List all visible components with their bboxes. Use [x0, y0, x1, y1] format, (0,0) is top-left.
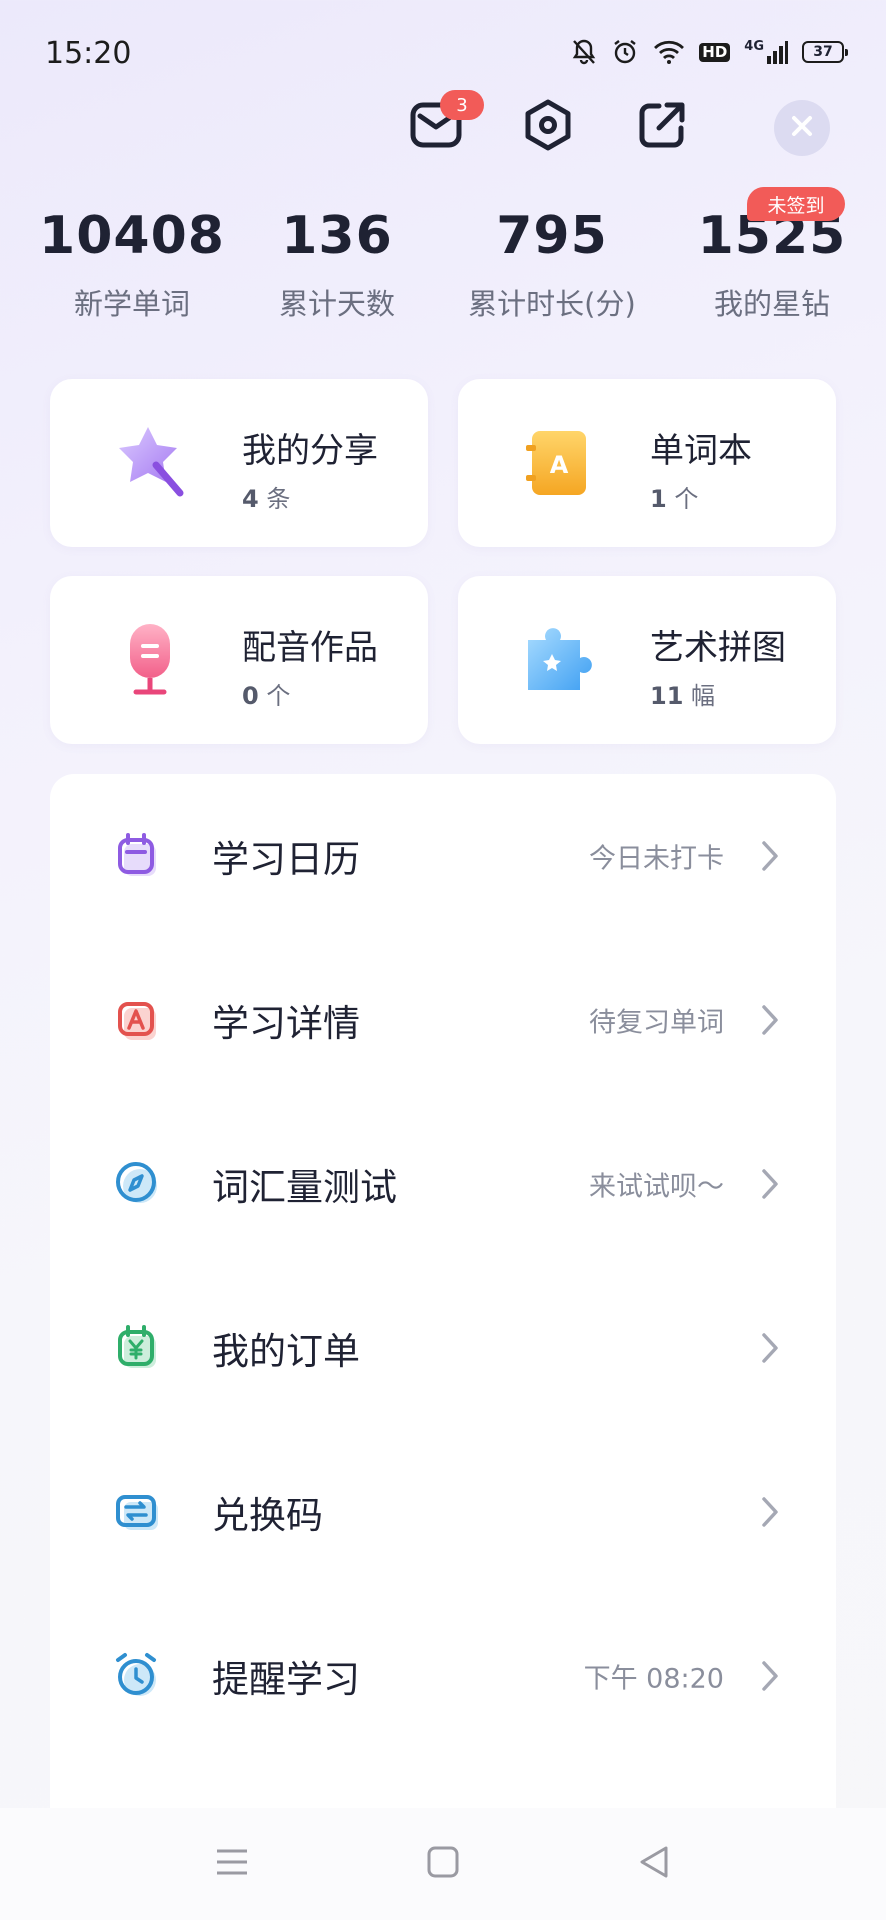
card-count: 4 条 [242, 479, 290, 514]
menu-item-study-details[interactable]: 学习详情 待复习单词 [50, 938, 836, 1102]
home-nav-icon [427, 1846, 459, 1882]
menu-hint: 待复习单词 [589, 1007, 724, 1039]
stat-total-days[interactable]: 136 累计天数 [237, 205, 437, 323]
count-value: 11 [650, 682, 684, 710]
stat-new-words[interactable]: 10408 新学单词 [32, 205, 232, 323]
signin-badge[interactable]: 未签到 [747, 187, 845, 221]
share-button[interactable] [630, 95, 694, 159]
chevron-right-icon [760, 1495, 780, 1529]
count-unit: 条 [266, 485, 291, 513]
order-icon [112, 1322, 164, 1374]
card-title: 配音作品 [242, 628, 378, 668]
microphone-icon [110, 618, 194, 702]
menu-item-redeem-code[interactable]: 兑换码 [50, 1430, 836, 1594]
close-button[interactable] [774, 100, 830, 156]
signal-icon: 4G [744, 40, 788, 64]
system-nav-bar [0, 1808, 886, 1920]
menu-item-vocab-test[interactable]: 词汇量测试 来试试呗～ [50, 1102, 836, 1266]
menu-label: 提醒学习 [212, 1658, 360, 1701]
status-time: 15:20 [45, 36, 132, 71]
menu-item-study-reminder[interactable]: 提醒学习 下午 08:20 [50, 1594, 836, 1758]
card-wordbook[interactable]: A 单词本 1 个 [458, 379, 836, 547]
back-nav-icon [638, 1845, 670, 1883]
puzzle-icon [518, 618, 602, 702]
chevron-right-icon [760, 1331, 780, 1365]
share-icon [637, 100, 687, 154]
card-title: 单词本 [650, 431, 752, 471]
count-unit: 幅 [691, 682, 716, 710]
wifi-icon [653, 39, 685, 65]
menu-hint: 今日未打卡 [589, 843, 724, 875]
count-value: 1 [650, 485, 667, 513]
back-button[interactable] [624, 1834, 684, 1894]
stat-value: 795 [496, 206, 608, 266]
card-count: 11 幅 [650, 676, 715, 711]
stat-label: 新学单词 [73, 287, 190, 322]
card-title: 艺术拼图 [650, 628, 786, 668]
stat-star-diamonds[interactable]: 1525 我的星钻 [672, 205, 872, 323]
chevron-right-icon [760, 839, 780, 873]
wordbook-icon: A [518, 421, 602, 505]
star-wand-icon [110, 421, 194, 505]
count-value: 0 [242, 682, 259, 710]
menu-hint: 下午 08:20 [583, 1663, 724, 1695]
stat-value: 136 [281, 206, 393, 266]
battery-icon: 37 [802, 41, 848, 63]
study-detail-icon [112, 994, 164, 1046]
settings-icon [523, 99, 573, 155]
card-count: 1 个 [650, 479, 698, 514]
menu-item-study-calendar[interactable]: 学习日历 今日未打卡 [50, 774, 836, 938]
status-icons: HD 4G 37 [571, 38, 848, 66]
chevron-right-icon [760, 1167, 780, 1201]
stat-total-minutes[interactable]: 795 累计时长(分) [452, 205, 652, 323]
card-dubbing[interactable]: 配音作品 0 个 [50, 576, 428, 744]
chevron-right-icon [760, 1659, 780, 1693]
alarm-icon [611, 38, 639, 66]
bell-off-icon [571, 38, 597, 66]
close-icon [790, 114, 814, 142]
menu-list: 学习日历 今日未打卡 学习详情 待复习单词 词汇量测试 来试试呗～ 我的订单 兑… [50, 774, 836, 1920]
network-type: 4G [744, 39, 764, 54]
calendar-icon [112, 830, 164, 882]
redeem-icon [112, 1486, 164, 1538]
stat-label: 累计天数 [278, 287, 395, 322]
menu-label: 我的订单 [212, 1330, 360, 1373]
count-value: 4 [242, 485, 259, 513]
card-art-puzzle[interactable]: 艺术拼图 11 幅 [458, 576, 836, 744]
stat-value: 10408 [39, 206, 225, 266]
alarm-clock-icon [112, 1650, 164, 1702]
recent-apps-button[interactable] [202, 1834, 262, 1894]
stat-label: 我的星钻 [713, 287, 830, 322]
count-unit: 个 [674, 485, 699, 513]
stat-label: 累计时长(分) [468, 287, 636, 322]
menu-label: 学习日历 [212, 838, 360, 881]
home-button[interactable] [413, 1834, 473, 1894]
menu-item-my-orders[interactable]: 我的订单 [50, 1266, 836, 1430]
menu-label: 兑换码 [212, 1494, 323, 1537]
stats-row: 10408 新学单词 136 累计天数 795 累计时长(分) 1525 我的星… [0, 205, 886, 335]
hd-icon: HD [699, 42, 731, 62]
settings-button[interactable] [516, 95, 580, 159]
menu-nav-icon [215, 1847, 249, 1881]
chevron-right-icon [760, 1003, 780, 1037]
compass-icon [112, 1158, 164, 1210]
svg-text:A: A [550, 451, 569, 479]
message-count-badge: 3 [440, 90, 484, 120]
menu-hint: 来试试呗～ [589, 1171, 724, 1203]
card-my-shares[interactable]: 我的分享 4 条 [50, 379, 428, 547]
menu-label: 学习详情 [212, 1002, 360, 1045]
menu-label: 词汇量测试 [212, 1166, 397, 1209]
card-title: 我的分享 [242, 431, 378, 471]
count-unit: 个 [266, 682, 291, 710]
status-bar: 15:20 HD 4G 37 [0, 0, 886, 110]
card-count: 0 个 [242, 676, 290, 711]
